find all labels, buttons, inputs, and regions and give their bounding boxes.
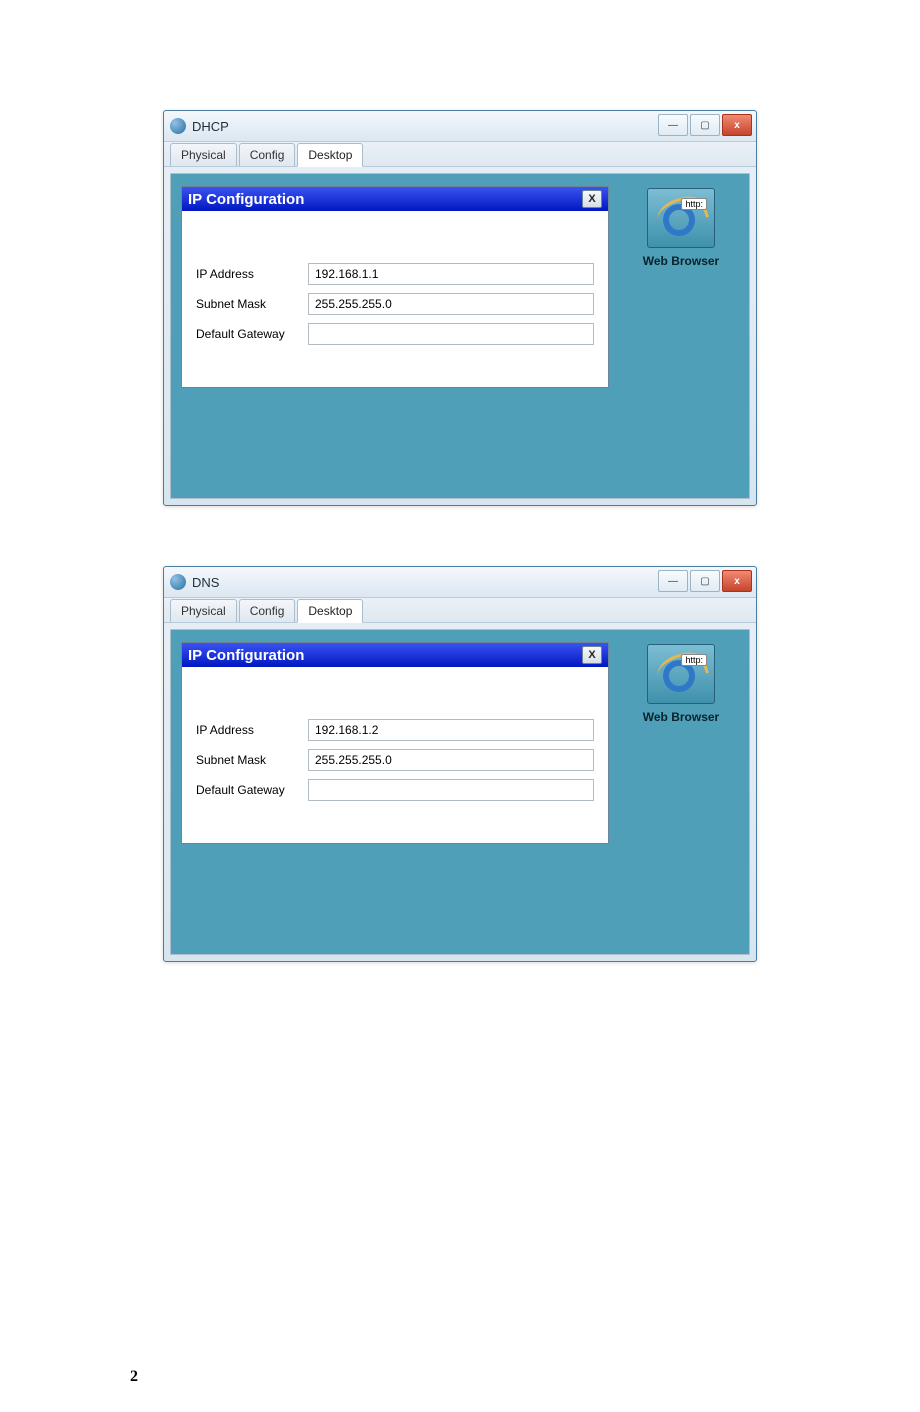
desktop-area: IP Configuration X IP Address Subnet Mas…	[170, 629, 750, 955]
tab-label: Physical	[181, 604, 226, 618]
maximize-button[interactable]: ▢	[690, 114, 720, 136]
maximize-icon: ▢	[700, 120, 709, 131]
label-mask: Subnet Mask	[196, 753, 308, 767]
web-browser-launcher[interactable]: http:	[647, 188, 715, 248]
browser-icon: http:	[657, 652, 705, 696]
browser-icon: http:	[657, 196, 705, 240]
tab-physical[interactable]: Physical	[170, 143, 237, 166]
web-browser-label: Web Browser	[623, 710, 739, 724]
window-dns: DNS — ▢ x Physical Config Desktop IP Con…	[163, 566, 757, 962]
titlebar[interactable]: DHCP — ▢ x	[164, 111, 756, 142]
sidebar: http: Web Browser	[623, 642, 739, 724]
tab-config[interactable]: Config	[239, 143, 296, 166]
panel-titlebar[interactable]: IP Configuration X	[182, 187, 608, 211]
input-gateway[interactable]	[308, 323, 594, 345]
http-tag: http:	[681, 654, 707, 666]
input-mask[interactable]	[308, 293, 594, 315]
desktop-area: IP Configuration X IP Address Subnet Mas…	[170, 173, 750, 499]
web-browser-launcher[interactable]: http:	[647, 644, 715, 704]
web-browser-label: Web Browser	[623, 254, 739, 268]
panel-titlebar[interactable]: IP Configuration X	[182, 643, 608, 667]
close-icon: x	[734, 120, 740, 131]
form-area: IP Address Subnet Mask Default Gateway	[182, 211, 608, 387]
app-icon	[170, 574, 186, 590]
input-ip[interactable]	[308, 719, 594, 741]
sidebar: http: Web Browser	[623, 186, 739, 268]
tab-desktop[interactable]: Desktop	[297, 143, 363, 167]
panel-title-text: IP Configuration	[188, 191, 304, 208]
row-mask: Subnet Mask	[196, 293, 594, 315]
label-gateway: Default Gateway	[196, 783, 308, 797]
tab-desktop[interactable]: Desktop	[297, 599, 363, 623]
window-dhcp: DHCP — ▢ x Physical Config Desktop IP Co…	[163, 110, 757, 506]
tab-physical[interactable]: Physical	[170, 599, 237, 622]
window-title: DHCP	[192, 119, 229, 134]
minimize-button[interactable]: —	[658, 114, 688, 136]
tab-label: Desktop	[308, 604, 352, 618]
row-ip: IP Address	[196, 263, 594, 285]
input-gateway[interactable]	[308, 779, 594, 801]
label-gateway: Default Gateway	[196, 327, 308, 341]
window-controls: — ▢ x	[658, 570, 752, 592]
form-area: IP Address Subnet Mask Default Gateway	[182, 667, 608, 843]
label-mask: Subnet Mask	[196, 297, 308, 311]
close-icon: X	[588, 193, 595, 205]
tab-label: Config	[250, 148, 285, 162]
http-tag: http:	[681, 198, 707, 210]
tab-label: Desktop	[308, 148, 352, 162]
label-ip: IP Address	[196, 723, 308, 737]
tab-row: Physical Config Desktop	[164, 142, 756, 167]
input-mask[interactable]	[308, 749, 594, 771]
input-ip[interactable]	[308, 263, 594, 285]
tab-config[interactable]: Config	[239, 599, 296, 622]
close-icon: X	[588, 649, 595, 661]
maximize-button[interactable]: ▢	[690, 570, 720, 592]
minimize-icon: —	[668, 576, 678, 587]
minimize-button[interactable]: —	[658, 570, 688, 592]
tab-label: Physical	[181, 148, 226, 162]
ip-config-panel: IP Configuration X IP Address Subnet Mas…	[181, 186, 609, 388]
tab-label: Config	[250, 604, 285, 618]
row-gateway: Default Gateway	[196, 779, 594, 801]
panel-close-button[interactable]: X	[582, 190, 602, 208]
close-icon: x	[734, 576, 740, 587]
ip-config-panel: IP Configuration X IP Address Subnet Mas…	[181, 642, 609, 844]
label-ip: IP Address	[196, 267, 308, 281]
row-gateway: Default Gateway	[196, 323, 594, 345]
close-button[interactable]: x	[722, 570, 752, 592]
close-button[interactable]: x	[722, 114, 752, 136]
maximize-icon: ▢	[700, 576, 709, 587]
app-icon	[170, 118, 186, 134]
page-number: 2	[130, 1368, 138, 1386]
minimize-icon: —	[668, 120, 678, 131]
window-title: DNS	[192, 575, 219, 590]
tab-row: Physical Config Desktop	[164, 598, 756, 623]
row-ip: IP Address	[196, 719, 594, 741]
row-mask: Subnet Mask	[196, 749, 594, 771]
panel-close-button[interactable]: X	[582, 646, 602, 664]
panel-title-text: IP Configuration	[188, 647, 304, 664]
window-controls: — ▢ x	[658, 114, 752, 136]
titlebar[interactable]: DNS — ▢ x	[164, 567, 756, 598]
